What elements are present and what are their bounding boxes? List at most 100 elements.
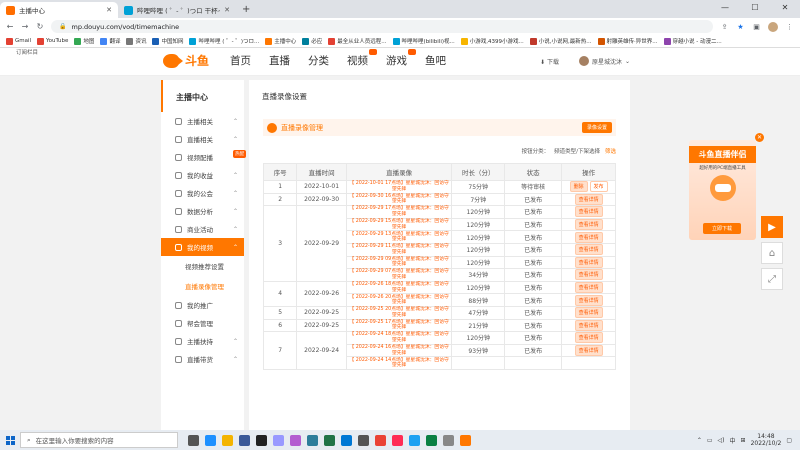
back-icon[interactable]: ← <box>6 22 14 31</box>
cell-recording-link[interactable]: 【 2022-09-24 18点场】星星城沈沐：回访守望先锋 <box>345 331 453 345</box>
app-icon[interactable] <box>307 434 318 446</box>
nav-video[interactable]: 视频 <box>347 49 377 68</box>
download-link[interactable]: ⬇ 下载 <box>540 57 559 66</box>
cell-recording-link[interactable]: 【 2022-09-26 20点场】星星城沈沐：回访守望先锋 <box>345 293 453 307</box>
close-icon[interactable]: ✕ <box>755 133 764 142</box>
app-icon[interactable] <box>392 434 403 446</box>
cell-recording-link[interactable]: 【 2022-09-29 09点场】星星城沈沐：回访守望先锋 <box>345 255 453 270</box>
edge-icon[interactable] <box>205 434 216 446</box>
nav-category[interactable]: 分类 <box>308 53 329 68</box>
sidebar-item-my-videos[interactable]: 我的视频 ⌃ <box>161 238 244 256</box>
task-view-icon[interactable] <box>188 434 199 446</box>
cell-recording-link[interactable]: 【 2022-09-29 11点场】星星城沈沐：回访守望先锋 <box>345 242 453 257</box>
bookmark-item[interactable]: 地图 <box>74 37 94 45</box>
nav-live[interactable]: 直播 <box>269 53 290 68</box>
filter-link[interactable]: 筛选 <box>605 147 616 155</box>
view-details-button[interactable]: 查看详情 <box>574 319 603 331</box>
app-icon[interactable] <box>409 434 420 446</box>
sidebar-item-video-broadcast[interactable]: 视频配播 热配 <box>161 148 246 166</box>
cell-recording-link[interactable]: 【 2022-09-25 20点场】星星城沈沐：回访守望先锋 <box>345 305 453 320</box>
bookmark-item[interactable]: Gmail <box>6 37 31 45</box>
notification-icon[interactable]: ▢ <box>786 437 792 444</box>
notion-icon[interactable] <box>256 434 267 446</box>
volume-icon[interactable]: ◁) <box>718 437 725 444</box>
cell-recording-link[interactable]: 【 2022-09-26 18点场】星星城沈沐：回访守望先锋 <box>345 280 453 295</box>
store-icon[interactable] <box>239 434 250 446</box>
forward-icon[interactable]: → <box>21 22 29 31</box>
sidebar-item-business[interactable]: 商业活动 ⌃ <box>161 220 244 238</box>
profile-avatar[interactable] <box>768 21 778 32</box>
start-button[interactable] <box>0 430 20 450</box>
tray-chevron-icon[interactable]: ⌃ <box>697 437 702 444</box>
user-menu[interactable]: 原星城沈沐 ⌄ <box>578 56 630 66</box>
bookmark-item[interactable]: 中国知网 <box>152 37 183 45</box>
input-language[interactable]: 中 <box>730 436 736 445</box>
view-details-button[interactable]: 查看详情 <box>574 345 603 357</box>
bookmark-item[interactable]: 穿越小说 - 动漫二... <box>663 37 722 45</box>
taskbar-search-input[interactable]: ⌕ 在这里输入你要搜索的内容 <box>20 432 178 448</box>
douyu-app-icon[interactable] <box>460 434 471 446</box>
clock[interactable]: 14:48 2022/10/2 <box>751 433 782 447</box>
app-icon[interactable] <box>443 434 454 446</box>
chrome-icon[interactable] <box>375 434 386 446</box>
cell-recording-link[interactable]: 【 2022-09-24 14点场】星星城沈沐：回访守望先锋 <box>345 356 453 370</box>
bookmark-item[interactable]: 必应 <box>302 37 322 45</box>
cell-recording-link[interactable]: 【 2022-09-29 07点场】星星城沈沐：回访守望先锋 <box>345 268 453 282</box>
bookmark-item[interactable]: 翻译 <box>100 37 120 45</box>
view-details-button[interactable]: 查看详情 <box>574 244 603 256</box>
view-details-button[interactable]: 查看详情 <box>574 282 603 294</box>
view-details-button[interactable]: 查看详情 <box>574 294 603 306</box>
nav-games[interactable]: 游戏 <box>386 49 416 68</box>
cell-recording-link[interactable]: 【 2022-10-01 17点场】星星城沈沐：回访守望先锋 <box>345 180 453 194</box>
sidebar-item-clan[interactable]: 帮会管理 <box>161 314 244 332</box>
sidebar-item-guild[interactable]: 我的公会 ⌃ <box>161 184 244 202</box>
filter-value[interactable]: 频道类型/下架选择 <box>554 147 600 155</box>
network-icon[interactable]: ▭ <box>707 437 713 444</box>
file-explorer-icon[interactable] <box>222 434 233 446</box>
browser-tab-active[interactable]: 主播中心 ✕ <box>0 2 118 18</box>
app-icon[interactable] <box>290 434 301 446</box>
bookmark-item[interactable]: YouTube <box>37 37 68 45</box>
view-details-button[interactable]: 查看详情 <box>574 256 603 268</box>
recording-settings-button[interactable]: 录像设置 <box>581 122 612 133</box>
sidebar-item-income[interactable]: 我的收益 ⌃ <box>161 166 244 184</box>
delete-button[interactable]: 删除 <box>569 181 588 193</box>
close-window-button[interactable]: ✕ <box>770 0 800 18</box>
app-icon[interactable] <box>324 434 335 446</box>
sidebar-item-live[interactable]: 直播相关 ⌃ <box>161 130 244 148</box>
view-details-button[interactable]: 查看详情 <box>574 206 603 218</box>
side-fullscreen-tool[interactable]: ⤢ <box>761 268 783 290</box>
bookmark-item[interactable]: 哔哩哔哩 ( ゜- ゜)つロ... <box>189 37 259 45</box>
bookmark-item[interactable]: 小说,小说网,最新热... <box>529 37 592 45</box>
cell-recording-link[interactable]: 【 2022-09-29 17点场】星星城沈沐：回访守望先锋 <box>345 205 453 219</box>
view-details-button[interactable]: 查看详情 <box>574 231 603 243</box>
bookmark-item[interactable]: 主播中心 <box>265 37 296 45</box>
nav-home[interactable]: 首页 <box>230 53 251 68</box>
bookmark-item[interactable]: 资讯 <box>126 37 146 45</box>
sidebar-item-analytics[interactable]: 数据分析 ⌃ <box>161 202 244 220</box>
sidebar-item-anchor[interactable]: 主播相关 ⌃ <box>161 112 244 130</box>
browser-tab-bilibili[interactable]: 哔哩哔哩 ( ゜- ゜)つロ 干杯~-bili ✕ <box>118 2 236 18</box>
sidebar-subitem-recordings[interactable]: 直播录像管理 <box>161 276 244 296</box>
nav-fishbar[interactable]: 鱼吧 <box>425 53 446 68</box>
view-details-button[interactable]: 查看详情 <box>574 269 603 281</box>
cell-recording-link[interactable]: 【 2022-09-29 15点场】星星城沈沐：回访守望先锋 <box>345 217 453 232</box>
maximize-button[interactable]: ☐ <box>740 0 770 18</box>
bookmark-item[interactable]: 射雕英雄传·异世界... <box>597 37 658 45</box>
publish-button[interactable]: 发布 <box>589 181 608 193</box>
side-home-tool[interactable]: ⌂ <box>761 242 783 264</box>
ad-download-button[interactable]: 立即下载 <box>703 223 741 234</box>
menu-icon[interactable]: ⋮ <box>785 23 794 31</box>
premiere-icon[interactable] <box>273 434 284 446</box>
bookmark-item[interactable]: 哔哩哔哩(bilibili)视... <box>392 37 455 45</box>
app-icon[interactable] <box>426 434 437 446</box>
mail-icon[interactable] <box>341 434 352 446</box>
url-input[interactable]: 🔒 mp.douyu.com/vod/timemachine <box>51 20 713 33</box>
minimize-button[interactable]: — <box>710 0 740 18</box>
sidebar-item-promotion[interactable]: 我的推广 <box>161 296 244 314</box>
bookmark-item[interactable]: 最全从业人员远程... <box>328 37 387 45</box>
view-details-button[interactable]: 查看详情 <box>574 307 603 319</box>
app-icon[interactable] <box>358 434 369 446</box>
new-tab-button[interactable]: + <box>236 2 256 18</box>
douyu-logo[interactable]: 斗鱼 <box>163 52 209 69</box>
